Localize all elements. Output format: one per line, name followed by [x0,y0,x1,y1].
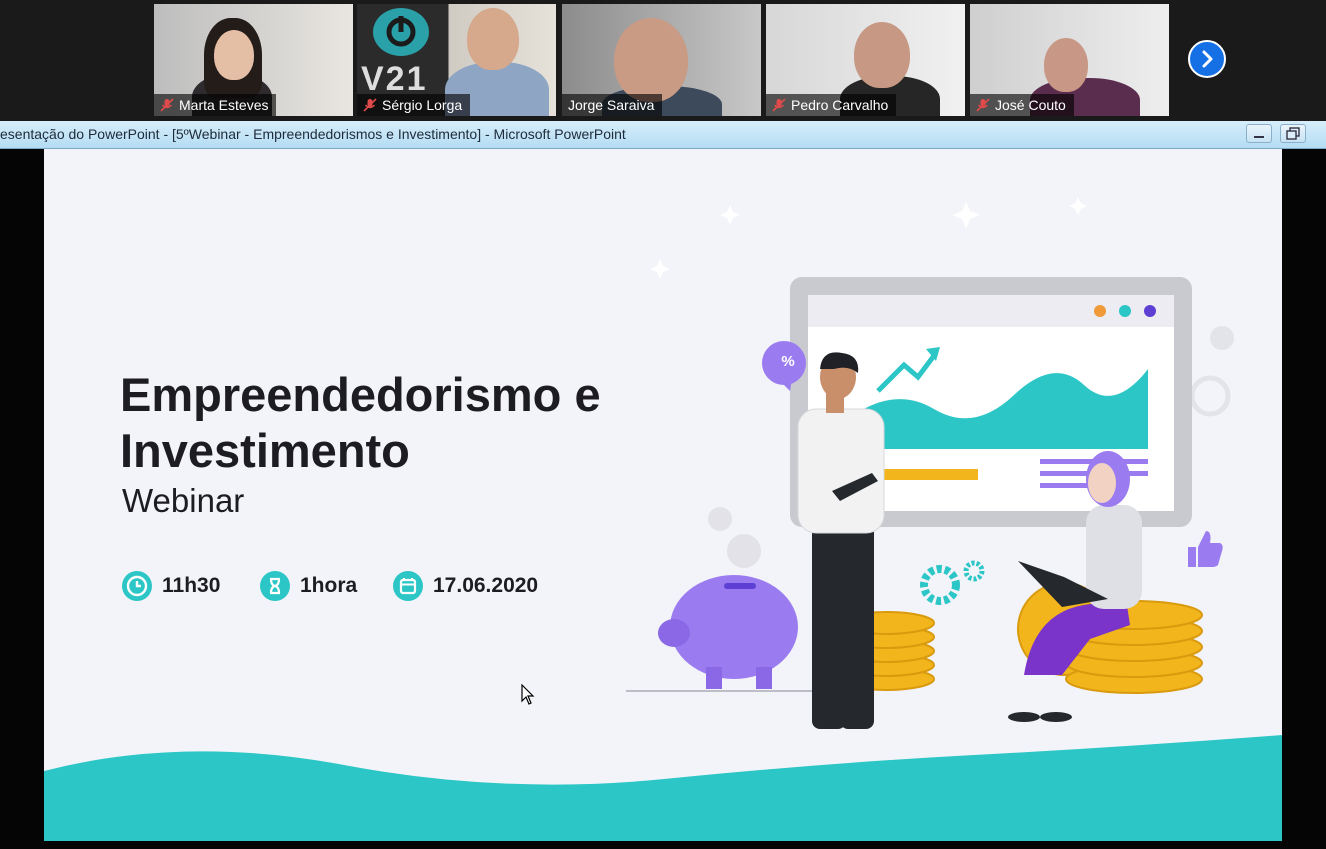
hourglass-icon [260,571,290,601]
chevron-right-icon [1202,50,1213,68]
minimize-button[interactable] [1246,124,1272,143]
calendar-icon [393,571,423,601]
participant-tile[interactable]: Marta Esteves [154,4,353,116]
participant-name-bar: José Couto [970,94,1074,116]
presentation-slide: Empreendedorismo e Investimento Webinar … [44,149,1282,841]
percent-badge: % [781,353,795,370]
participant-face [214,30,254,80]
bottom-wave-decoration [44,735,1282,841]
clock-icon [122,571,152,601]
participant-face [614,18,688,102]
participant-name-bar: Sérgio Lorga [357,94,471,116]
time-text: 11h30 [162,574,221,597]
muted-mic-icon [363,98,377,112]
time-info: 11h30 [122,569,220,603]
restore-icon [1286,127,1300,140]
participant-name-bar: Marta Esteves [154,94,277,116]
participant-name-bar: Pedro Carvalho [766,94,897,116]
participant-tile[interactable]: José Couto [970,4,1169,116]
restore-button[interactable] [1280,124,1306,143]
participant-name: Sérgio Lorga [382,97,463,113]
participant-name: Jorge Saraiva [568,97,655,113]
participant-strip: Marta Esteves V21 Sérgio Lorga Jorge Sar… [0,0,1326,121]
participant-name: Marta Esteves [179,97,269,113]
duration-info: 1hora [260,569,357,603]
participant-face [854,22,910,88]
participant-name-bar: Jorge Saraiva [562,94,663,116]
slide-subtitle: Webinar [122,482,245,519]
mouse-cursor-icon [521,684,535,705]
muted-mic-icon [160,98,174,112]
slide-title: Empreendedorismo e Investimento [120,368,601,477]
muted-mic-icon [976,98,990,112]
participant-face [467,8,519,70]
participant-tile-active[interactable]: V21 Sérgio Lorga [357,4,556,116]
date-info: 17.06.2020 [393,569,538,603]
muted-mic-icon [772,98,786,112]
next-participants-button[interactable] [1188,40,1226,78]
duration-text: 1hora [300,574,358,597]
date-text: 17.06.2020 [433,574,539,597]
investment-illustration [626,277,1234,729]
participant-name: José Couto [995,97,1066,113]
power-logo-icon [373,8,429,56]
participant-tile[interactable]: Jorge Saraiva [562,4,761,116]
window-title-bar: esentação do PowerPoint - [5ºWebinar - E… [0,121,1326,149]
window-title: esentação do PowerPoint - [5ºWebinar - E… [0,126,626,142]
participant-name: Pedro Carvalho [791,97,889,113]
minimize-icon [1254,136,1264,138]
participant-face [1044,38,1088,92]
participant-tile[interactable]: Pedro Carvalho [766,4,965,116]
